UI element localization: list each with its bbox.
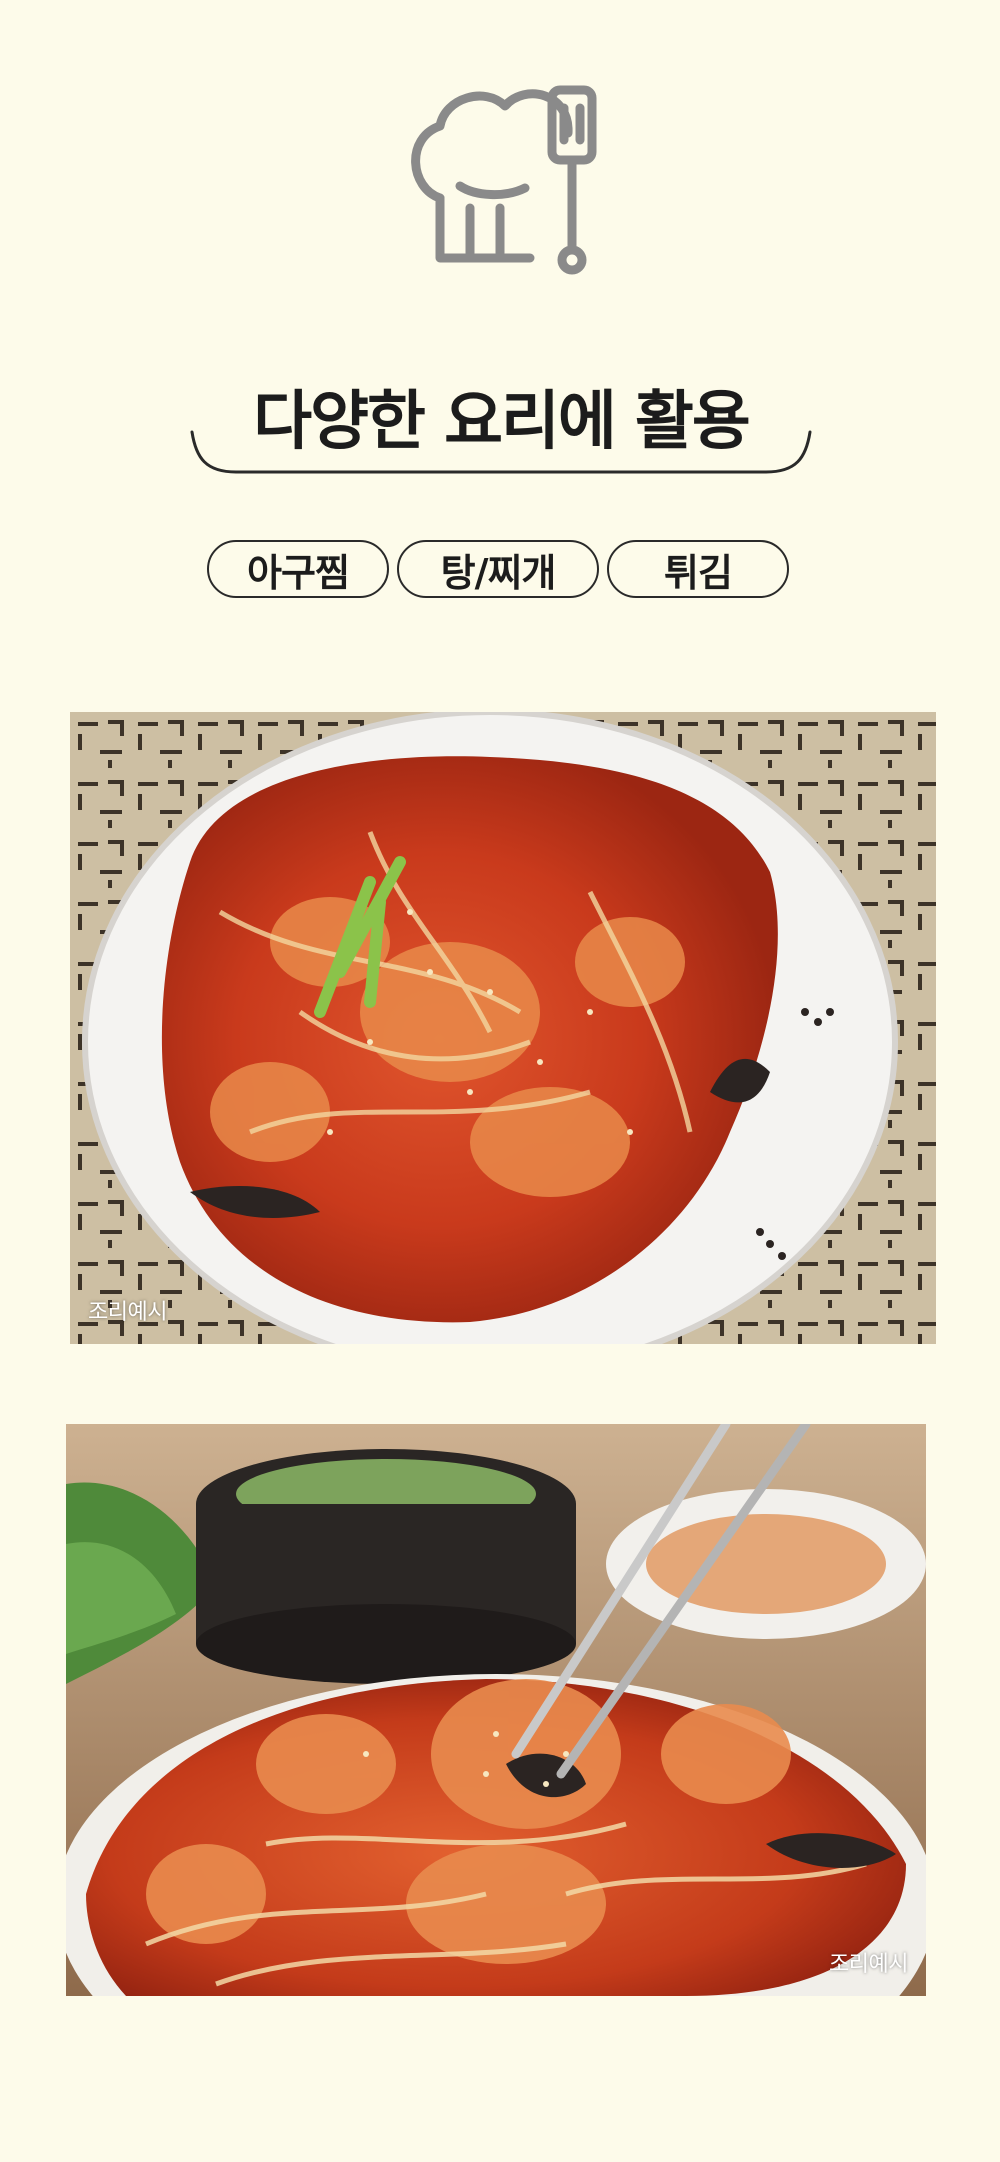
chef-hat-spatula-icon xyxy=(411,85,597,275)
photo-caption: 조리예시 xyxy=(829,1952,908,1977)
photo-caption: 조리예시 xyxy=(88,1300,167,1325)
section-heading: 다양한 요리에 활용 xyxy=(188,360,814,480)
heading-underline xyxy=(190,430,812,474)
tag-tang-jjigae: 탕/찌개 xyxy=(397,540,599,598)
food-photo-illustration xyxy=(66,1424,926,1996)
tag-agujjim: 아구찜 xyxy=(207,540,389,598)
food-photo-braised-monkfish: 조리예시 xyxy=(70,712,936,1344)
tag-label: 튀김 xyxy=(664,550,733,595)
tag-twigim: 튀김 xyxy=(607,540,789,598)
tag-label: 탕/찌개 xyxy=(440,550,557,595)
tag-label: 아구찜 xyxy=(247,550,350,595)
tag-list: 아구찜 탕/찌개 튀김 xyxy=(207,540,807,604)
food-photo-monkfish-chopsticks: 조리예시 xyxy=(66,1424,926,1996)
food-photo-illustration xyxy=(70,712,936,1344)
